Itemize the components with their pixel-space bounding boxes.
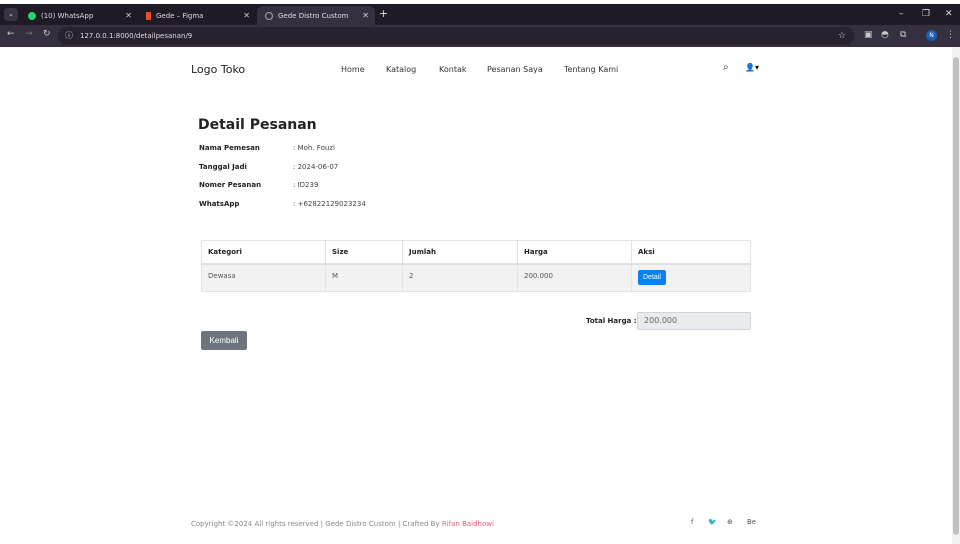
tab-title: (10) WhatsApp bbox=[41, 11, 94, 20]
tab-search-button[interactable]: ⌄ bbox=[4, 8, 18, 21]
logo[interactable]: Logo Toko bbox=[191, 63, 245, 76]
field-value: : Moh. Fouzi bbox=[293, 144, 335, 152]
scrollbar[interactable] bbox=[952, 47, 960, 544]
page: Logo Toko Home Katalog Kontak Pesanan Sa… bbox=[0, 47, 952, 544]
cell-aksi: Detail bbox=[631, 263, 751, 292]
extension-icon[interactable]: ▣ bbox=[864, 30, 873, 40]
col-kategori: Kategori bbox=[201, 240, 326, 265]
copyright-text: Copyright ©2024 All rights reserved | Ge… bbox=[191, 520, 442, 528]
nav-katalog[interactable]: Katalog bbox=[386, 65, 416, 74]
tab-title: Gede Distro Custom bbox=[278, 11, 349, 20]
back-button[interactable]: Kembali bbox=[201, 331, 247, 350]
close-icon[interactable]: ✕ bbox=[243, 11, 250, 20]
facebook-icon[interactable]: f bbox=[691, 518, 693, 526]
figma-icon bbox=[146, 11, 151, 20]
behance-icon[interactable]: Be bbox=[747, 518, 756, 526]
total-harga-input[interactable]: 200.000 bbox=[637, 312, 751, 330]
menu-kebab-icon[interactable]: ⋮ bbox=[946, 30, 955, 40]
page-title: Detail Pesanan bbox=[198, 117, 317, 133]
cell-kategori: Dewasa bbox=[201, 263, 326, 292]
author-link[interactable]: Rifan Baidhowi bbox=[442, 520, 494, 528]
scrollbar-thumb[interactable] bbox=[953, 57, 959, 535]
close-window-button[interactable]: ✕ bbox=[945, 9, 953, 19]
cell-size: M bbox=[325, 263, 403, 292]
col-harga: Harga bbox=[517, 240, 632, 265]
back-icon[interactable]: ← bbox=[7, 29, 15, 39]
whatsapp-icon bbox=[28, 11, 36, 20]
cell-jumlah: 2 bbox=[402, 263, 518, 292]
nav-home[interactable]: Home bbox=[341, 65, 365, 74]
forward-icon[interactable]: → bbox=[25, 29, 33, 39]
close-icon[interactable]: ✕ bbox=[362, 11, 369, 20]
tab-bar: ⌄ (10) WhatsApp ✕ Gede – Figma ✕ Gede Dist… bbox=[0, 4, 960, 25]
tab-gede-distro[interactable]: Gede Distro Custom ✕ bbox=[257, 6, 375, 25]
col-jumlah: Jumlah bbox=[402, 240, 518, 265]
extensions-puzzle-icon[interactable]: ⧉ bbox=[900, 30, 906, 40]
new-tab-button[interactable]: + bbox=[379, 7, 388, 20]
col-size: Size bbox=[325, 240, 403, 265]
twitter-icon[interactable]: 🐦 bbox=[708, 518, 717, 526]
globe-icon[interactable]: ⊕ bbox=[727, 518, 733, 526]
order-items-table: Kategori Size Jumlah Harga Aksi Dewasa M… bbox=[201, 240, 751, 292]
site-info-icon[interactable]: ⓘ bbox=[65, 27, 73, 45]
total-label: Total Harga : bbox=[586, 317, 637, 325]
extension-icon[interactable]: ◓ bbox=[881, 30, 889, 40]
field-label: WhatsApp bbox=[199, 200, 240, 208]
close-icon[interactable]: ✕ bbox=[125, 11, 132, 20]
detail-button[interactable]: Detail bbox=[638, 269, 666, 285]
address-bar[interactable]: ⓘ 127.0.0.1:8000/detailpesanan/9 ☆ bbox=[58, 27, 854, 45]
globe-icon bbox=[265, 11, 273, 20]
nav-kontak[interactable]: Kontak bbox=[439, 65, 466, 74]
col-aksi: Aksi bbox=[631, 240, 751, 265]
field-label: Nama Pemesan bbox=[199, 144, 260, 152]
field-value: : +62822129023234 bbox=[293, 200, 366, 208]
bookmark-star-icon[interactable]: ☆ bbox=[838, 27, 846, 45]
tab-whatsapp[interactable]: (10) WhatsApp ✕ bbox=[20, 6, 138, 25]
nav-pesanan-saya[interactable]: Pesanan Saya bbox=[487, 65, 543, 74]
url-text: 127.0.0.1:8000/detailpesanan/9 bbox=[80, 32, 193, 40]
cell-harga: 200.000 bbox=[517, 263, 632, 292]
table-header-row: Kategori Size Jumlah Harga Aksi bbox=[201, 240, 751, 265]
table-row: Dewasa M 2 200.000 Detail bbox=[201, 263, 751, 292]
browser-toolbar: ← → ↻ ⓘ 127.0.0.1:8000/detailpesanan/9 ☆ ▣… bbox=[0, 25, 960, 47]
tab-title: Gede – Figma bbox=[156, 11, 204, 20]
field-value: : 2024-06-07 bbox=[293, 163, 339, 171]
reload-icon[interactable]: ↻ bbox=[43, 29, 51, 39]
footer-copyright: Copyright ©2024 All rights reserved | Ge… bbox=[191, 520, 494, 528]
user-dropdown-icon[interactable]: 👤▾ bbox=[745, 63, 759, 72]
minimize-button[interactable]: – bbox=[899, 9, 904, 19]
profile-avatar[interactable]: N bbox=[926, 30, 937, 41]
field-value: : ID239 bbox=[293, 181, 319, 189]
nav-tentang-kami[interactable]: Tentang Kami bbox=[564, 65, 618, 74]
field-label: Nomer Pesanan bbox=[199, 181, 262, 189]
restore-button[interactable]: ❐ bbox=[922, 9, 930, 19]
tab-figma[interactable]: Gede – Figma ✕ bbox=[138, 6, 256, 25]
search-icon[interactable]: ⌕ bbox=[723, 62, 729, 73]
field-label: Tanggal Jadi bbox=[199, 163, 247, 171]
